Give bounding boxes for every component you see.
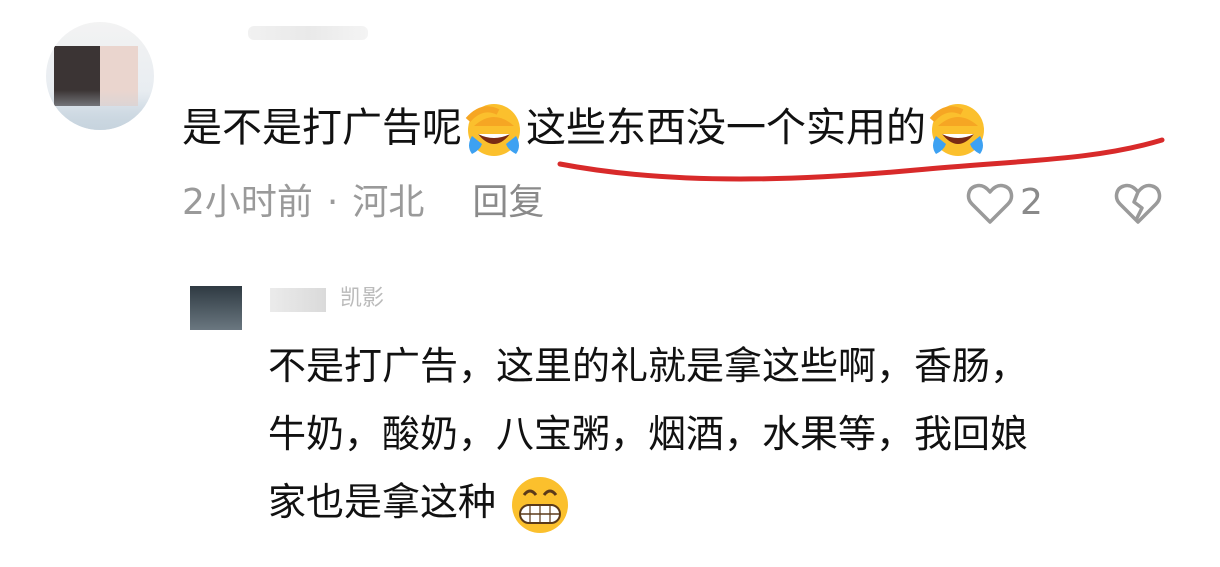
comment-time: 2小时前 [182,182,313,223]
like-count: 2 [1020,182,1043,223]
broken-heart-icon[interactable] [1112,180,1164,226]
comment-text-part1: 是不是打广告呢 [182,105,462,151]
reply-line-1: 不是打广告，这里的礼就是拿这些啊，香肠， [268,344,1029,388]
comment-location: 河北 [352,182,425,223]
comment-meta: 2小时前 · 河北 回复 [182,178,544,228]
commenter-avatar[interactable] [46,22,154,130]
replier-username[interactable]: 凯影 [340,284,384,314]
reply-line-2: 牛奶，酸奶，八宝粥，烟酒，水果等，我回娘 [268,412,1029,456]
replier-username-blurred [270,288,326,312]
red-annotation-underline [557,137,1165,182]
meta-separator: · [326,182,339,223]
laughing-tears-emoji-icon [465,104,520,156]
reply-text: 不是打广告，这里的礼就是拿这些啊，香肠， 牛奶，酸奶，八宝粥，烟酒，水果等，我回… [268,332,1188,536]
reply-line-3: 家也是拿这种 [268,468,1188,536]
heart-outline-icon[interactable] [966,180,1014,226]
replier-avatar[interactable] [190,286,242,330]
reply-line-3-text: 家也是拿这种 [268,480,497,524]
reply-button[interactable]: 回复 [472,182,544,223]
grinning-teeth-emoji-icon [512,476,569,533]
commenter-username-blurred [248,26,368,40]
